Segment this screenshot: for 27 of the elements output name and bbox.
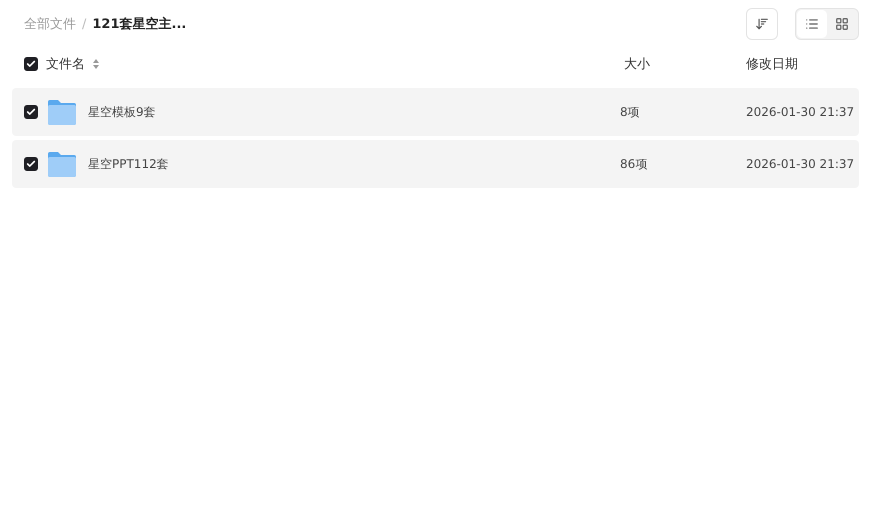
folder-icon <box>47 150 77 178</box>
list-icon <box>805 17 819 31</box>
modified-date: 2026-01-30 21:37 <box>746 105 856 119</box>
file-size: 8项 <box>620 104 641 120</box>
row-checkbox[interactable] <box>24 157 38 171</box>
breadcrumb-separator: / <box>82 16 86 32</box>
file-row[interactable]: 星空PPT112套 86项 2026-01-30 21:37 <box>12 140 859 188</box>
sort-icon <box>755 17 769 31</box>
check-icon <box>26 159 36 169</box>
check-icon <box>26 59 36 69</box>
check-icon <box>26 107 36 117</box>
sort-button[interactable] <box>746 8 778 40</box>
file-row[interactable]: 星空模板9套 8项 2026-01-30 21:37 <box>12 88 859 136</box>
folder-icon <box>47 98 77 126</box>
column-header: 大小 <box>623 56 651 73</box>
column-header: 修改日期 <box>746 56 799 73</box>
select-all-checkbox[interactable] <box>24 57 38 71</box>
sort-icon <box>93 59 99 69</box>
file-name: 星空PPT112套 <box>88 156 169 172</box>
row-checkbox[interactable] <box>24 105 38 119</box>
file-size: 86项 <box>620 156 648 172</box>
file-name: 星空模板9套 <box>88 104 156 120</box>
breadcrumb-current: 121套星空主... <box>92 16 186 33</box>
modified-date: 2026-01-30 21:37 <box>746 157 856 171</box>
column-header[interactable]: 文件名 <box>46 55 85 73</box>
grid-icon <box>835 17 849 31</box>
list-view-button[interactable] <box>797 10 827 38</box>
